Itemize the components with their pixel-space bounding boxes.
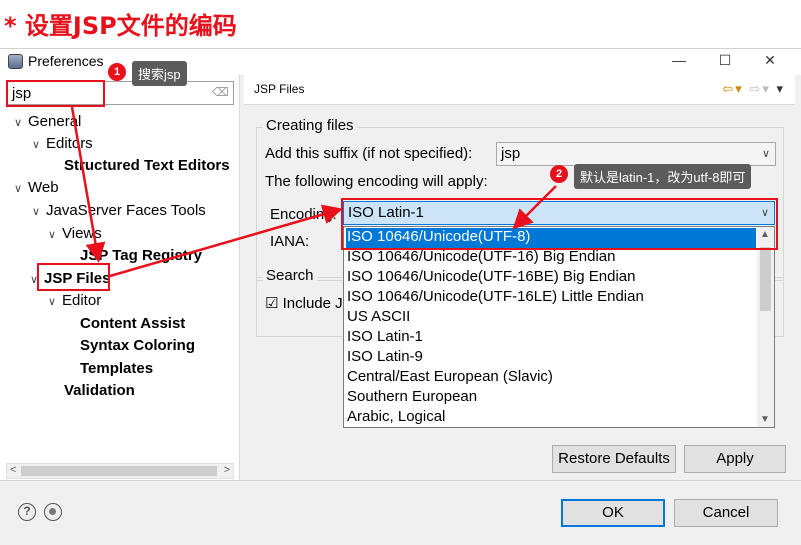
eclipse-app-icon	[8, 54, 23, 69]
encoding-note: The following encoding will apply:	[265, 173, 488, 190]
tree-item-validation[interactable]: Validation	[64, 382, 135, 399]
cancel-button[interactable]: Cancel	[674, 499, 778, 527]
tree-item-content-assist[interactable]: Content Assist	[80, 315, 185, 332]
iana-label: IANA:	[270, 233, 310, 250]
tree-label: JSP Tag Registry	[80, 247, 202, 264]
help-icon[interactable]: ?	[18, 503, 36, 521]
tree-label: Structured Text Editors	[64, 157, 230, 174]
preference-tree-panel: jsp ⌫ ∨ General ∨ Editors Structured Text …	[0, 75, 240, 480]
navigation-arrows[interactable]: ⇦▾ ⇨▾ ▾	[722, 81, 785, 97]
back-icon[interactable]: ⇦▾	[722, 81, 743, 96]
tree-item-views[interactable]: ∨ Views	[48, 225, 102, 242]
scroll-thumb[interactable]	[21, 466, 217, 476]
tree-label: Web	[28, 179, 59, 196]
scroll-thumb[interactable]	[760, 247, 771, 311]
tree-item-jsf-tools[interactable]: ∨ JavaServer Faces Tools	[32, 202, 206, 219]
suffix-label: Add this suffix (if not specified):	[265, 145, 473, 162]
tree-label: JavaServer Faces Tools	[46, 202, 206, 219]
page-header: JSP Files ⇦▾ ⇨▾ ▾	[244, 75, 795, 105]
tree-label: General	[28, 113, 82, 130]
tree-label: Editor	[62, 292, 102, 309]
tree-item-general[interactable]: ∨ General	[14, 113, 81, 130]
chevron-down-icon[interactable]: ∨	[32, 205, 46, 218]
close-button[interactable]: ✕	[755, 52, 785, 72]
eraser-icon[interactable]: ⌫	[212, 85, 229, 99]
tree-label: Editors	[46, 135, 93, 152]
highlight-encoding	[341, 198, 778, 250]
scroll-left-icon[interactable]: <	[10, 464, 16, 476]
tooltip-step-2: 默认是latin-1，改为utf-8即可	[574, 164, 752, 189]
tree-item-editor[interactable]: ∨ Editor	[48, 292, 101, 309]
menu-icon[interactable]: ▾	[776, 81, 785, 96]
highlight-jsp-files	[37, 263, 110, 291]
chevron-down-icon[interactable]: ∨	[32, 138, 46, 151]
page-title: JSP Files	[254, 82, 305, 96]
include-checkbox[interactable]: ☑ Include J	[265, 294, 343, 312]
dropdown-option[interactable]: US ASCII	[346, 308, 756, 328]
window-title: Preferences	[28, 53, 104, 69]
step-badge-2: 2	[550, 165, 568, 183]
group-label: Creating files	[263, 117, 357, 134]
tooltip-step-1: 搜索jsp	[132, 61, 187, 86]
tree-item-templates[interactable]: Templates	[80, 360, 153, 377]
tree-item-jsp-tag-registry[interactable]: JSP Tag Registry	[80, 247, 202, 264]
chevron-down-icon[interactable]: ∨	[48, 295, 62, 308]
tree-label: Templates	[80, 360, 154, 377]
dropdown-scrollbar[interactable]: ▲ ▼	[757, 227, 774, 427]
dropdown-option[interactable]: Southern European	[346, 388, 756, 408]
encoding-label: Encoding:	[270, 206, 337, 223]
tree-label: Views	[62, 225, 102, 242]
dropdown-option[interactable]: Central/East European (Slavic)	[346, 368, 756, 388]
tree-label: Content Assist	[80, 315, 186, 332]
suffix-value: jsp	[501, 145, 521, 162]
suffix-combo[interactable]: jsp ∨	[496, 142, 776, 166]
include-label: Include J	[282, 295, 343, 312]
maximize-button[interactable]: ☐	[710, 52, 740, 72]
dropdown-option[interactable]: ISO 10646/Unicode(UTF-16BE) Big Endian	[346, 268, 756, 288]
tree-item-structured-text-editors[interactable]: Structured Text Editors	[64, 157, 230, 174]
banner-title: * 设置JSP文件的编码	[4, 12, 237, 40]
dropdown-option[interactable]: ISO Latin-1	[346, 328, 756, 348]
tree-horizontal-scrollbar[interactable]: < >	[6, 463, 234, 479]
apply-button[interactable]: Apply	[684, 445, 786, 473]
tree-item-web[interactable]: ∨ Web	[14, 179, 59, 196]
record-icon[interactable]	[44, 503, 62, 521]
encoding-dropdown-list[interactable]: ISO 10646/Unicode(UTF-8) ISO 10646/Unico…	[343, 226, 775, 428]
scroll-right-icon[interactable]: >	[224, 464, 230, 476]
step-badge-1: 1	[108, 63, 126, 81]
highlight-filter	[6, 80, 105, 107]
chevron-down-icon[interactable]: ∨	[762, 147, 770, 160]
dropdown-option[interactable]: ISO 10646/Unicode(UTF-16) Big Endian	[346, 248, 756, 268]
tree-item-editors[interactable]: ∨ Editors	[32, 135, 93, 152]
group-label: Search	[263, 267, 317, 284]
chevron-down-icon[interactable]: ∨	[48, 228, 62, 241]
minimize-button[interactable]: —	[664, 52, 694, 72]
dropdown-option[interactable]: ISO Latin-9	[346, 348, 756, 368]
tree-label: Syntax Coloring	[80, 337, 196, 354]
dropdown-option[interactable]: ISO 10646/Unicode(UTF-16LE) Little Endia…	[346, 288, 756, 308]
chevron-down-icon[interactable]: ∨	[14, 116, 28, 129]
forward-icon[interactable]: ⇨▾	[749, 81, 770, 96]
scroll-down-icon[interactable]: ▼	[760, 414, 770, 425]
tutorial-banner: * 设置JSP文件的编码	[0, 0, 801, 44]
chevron-down-icon[interactable]: ∨	[14, 182, 28, 195]
restore-defaults-button[interactable]: Restore Defaults	[552, 445, 676, 473]
dropdown-option[interactable]: Arabic, Logical	[346, 408, 756, 427]
tree-label: Validation	[64, 382, 135, 399]
ok-button[interactable]: OK	[561, 499, 665, 527]
tree-item-syntax-coloring[interactable]: Syntax Coloring	[80, 337, 195, 354]
dialog-button-bar: ? OK Cancel	[0, 480, 801, 545]
